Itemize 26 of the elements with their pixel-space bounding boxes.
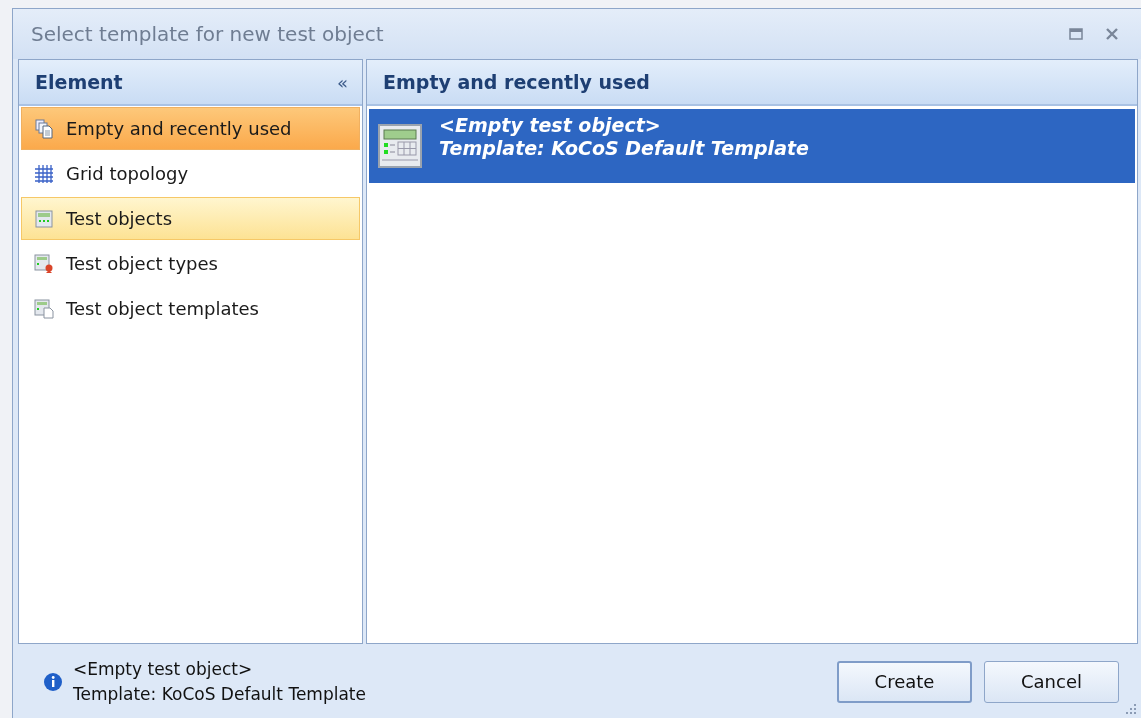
info-icon <box>43 671 63 692</box>
close-icon[interactable] <box>1105 27 1119 41</box>
info-text: Template: KoCoS Default Template <box>73 682 366 706</box>
device-page-icon <box>34 298 54 319</box>
template-source: Template: KoCoS Default Template <box>439 137 809 160</box>
sidebar-item[interactable]: Empty and recently used <box>21 107 360 150</box>
sidebar-item[interactable]: Grid topology <box>21 152 360 195</box>
window-title: Select template for new test object <box>31 22 384 46</box>
sidebar-item[interactable]: Test object types <box>21 242 360 285</box>
panel-title: Empty and recently used <box>383 71 650 93</box>
grid-icon <box>34 163 54 184</box>
dialog-button[interactable]: Cancel <box>984 660 1119 703</box>
panel-title: Element <box>35 71 123 93</box>
device-icon <box>34 208 54 229</box>
dialog-button[interactable]: Create <box>837 660 972 703</box>
resize-grip-icon[interactable] <box>1125 703 1137 715</box>
template-name: <Empty test object> <box>439 114 662 137</box>
sidebar-item[interactable]: Test object templates <box>21 287 360 330</box>
maximize-icon[interactable] <box>1069 28 1083 40</box>
collapse-button[interactable]: « <box>335 71 350 93</box>
device-badge-icon <box>34 253 54 274</box>
info-text: <Empty test object> <box>73 657 254 681</box>
documents-icon <box>34 118 54 139</box>
device-icon <box>377 123 423 169</box>
template-item[interactable]: <Empty test object> Template: KoCoS Default Template <box>369 109 1135 183</box>
sidebar-item[interactable]: Test objects <box>21 197 360 240</box>
